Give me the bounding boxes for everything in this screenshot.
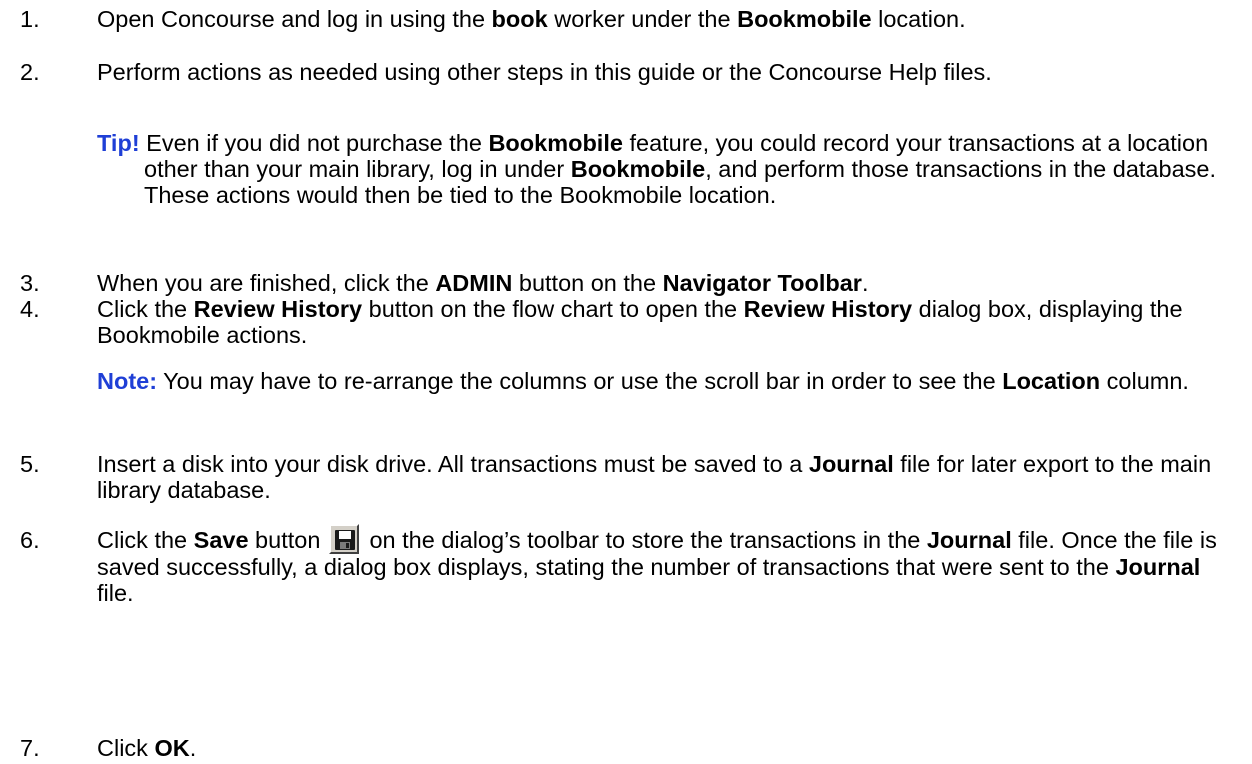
step-number: 2. [20, 59, 40, 85]
step-number: 6. [20, 527, 40, 553]
text-run: . [189, 735, 197, 761]
step-1: 1. Open Concourse and log in using the b… [20, 6, 1240, 32]
step-5: 5. Insert a disk into your disk drive. A… [20, 451, 1240, 503]
step-2: 2. Perform actions as needed using other… [20, 59, 1240, 85]
text-run: Click the [97, 527, 194, 553]
bold-term: Journal [808, 451, 894, 477]
text-run: button on the [512, 270, 663, 296]
bold-term: Journal [926, 527, 1012, 553]
bold-term: book [491, 6, 548, 32]
step-text: Click the Save button on the dialog’s to… [97, 523, 1240, 606]
tip-callout: Tip! Even if you did not purchase the Bo… [97, 130, 1227, 208]
bold-term: Review History [743, 296, 913, 322]
text-run: . [861, 270, 869, 296]
text-run: button on the flow chart to open the [362, 296, 744, 322]
bold-term: OK [154, 735, 190, 761]
bold-term: Review History [193, 296, 363, 322]
text-run: Click the [97, 296, 194, 322]
step-text: Click OK. [97, 735, 1240, 761]
step-7: 7. Click OK. [20, 735, 1240, 761]
text-run: on the dialog’s toolbar to store the tra… [362, 527, 927, 553]
text-run: file. [97, 579, 134, 606]
step-text: Open Concourse and log in using the book… [97, 6, 1240, 32]
tip-label: Tip! [97, 130, 140, 156]
text-run: Click [97, 735, 155, 761]
bold-term: Bookmobile [488, 130, 623, 156]
step-3: 3. When you are finished, click the ADMI… [20, 270, 1240, 296]
text-run: worker under the [547, 6, 738, 32]
text-run: column. [1100, 368, 1189, 394]
note-label: Note: [97, 368, 158, 394]
bold-term: ADMIN [435, 270, 513, 296]
step-number: 3. [20, 270, 40, 296]
step-text: When you are finished, click the ADMIN b… [97, 270, 1240, 296]
step-text: Insert a disk into your disk drive. All … [97, 451, 1240, 503]
text-run: button [248, 527, 327, 553]
bold-term: Bookmobile [737, 6, 872, 32]
step-6: 6. Click the Save button on the dialog’s… [20, 523, 1240, 606]
floppy-disk-save-icon [328, 523, 359, 554]
bold-term: Journal [1115, 553, 1201, 580]
step-number: 5. [20, 451, 40, 477]
bold-term: Navigator Toolbar [662, 270, 862, 296]
bold-term: Save [193, 527, 249, 553]
step-number: 1. [20, 6, 40, 32]
text-run: Open Concourse and log in using the [97, 6, 492, 32]
step-number: 4. [20, 296, 40, 322]
step-text: Click the Review History button on the f… [97, 296, 1240, 348]
text-run: You may have to re-arrange the columns o… [157, 368, 1003, 394]
step-4: 4. Click the Review History button on th… [20, 296, 1240, 348]
text-run: Even if you did not purchase the [139, 130, 489, 156]
text-run: Insert a disk into your disk drive. All … [97, 451, 809, 477]
bold-term: Location [1002, 368, 1101, 394]
note-callout: Note: You may have to re-arrange the col… [97, 368, 1227, 394]
step-number: 7. [20, 735, 40, 761]
text-run: location. [871, 6, 966, 32]
bold-term: Bookmobile [570, 156, 706, 182]
step-text: Perform actions as needed using other st… [97, 59, 992, 85]
text-run: When you are finished, click the [97, 270, 436, 296]
